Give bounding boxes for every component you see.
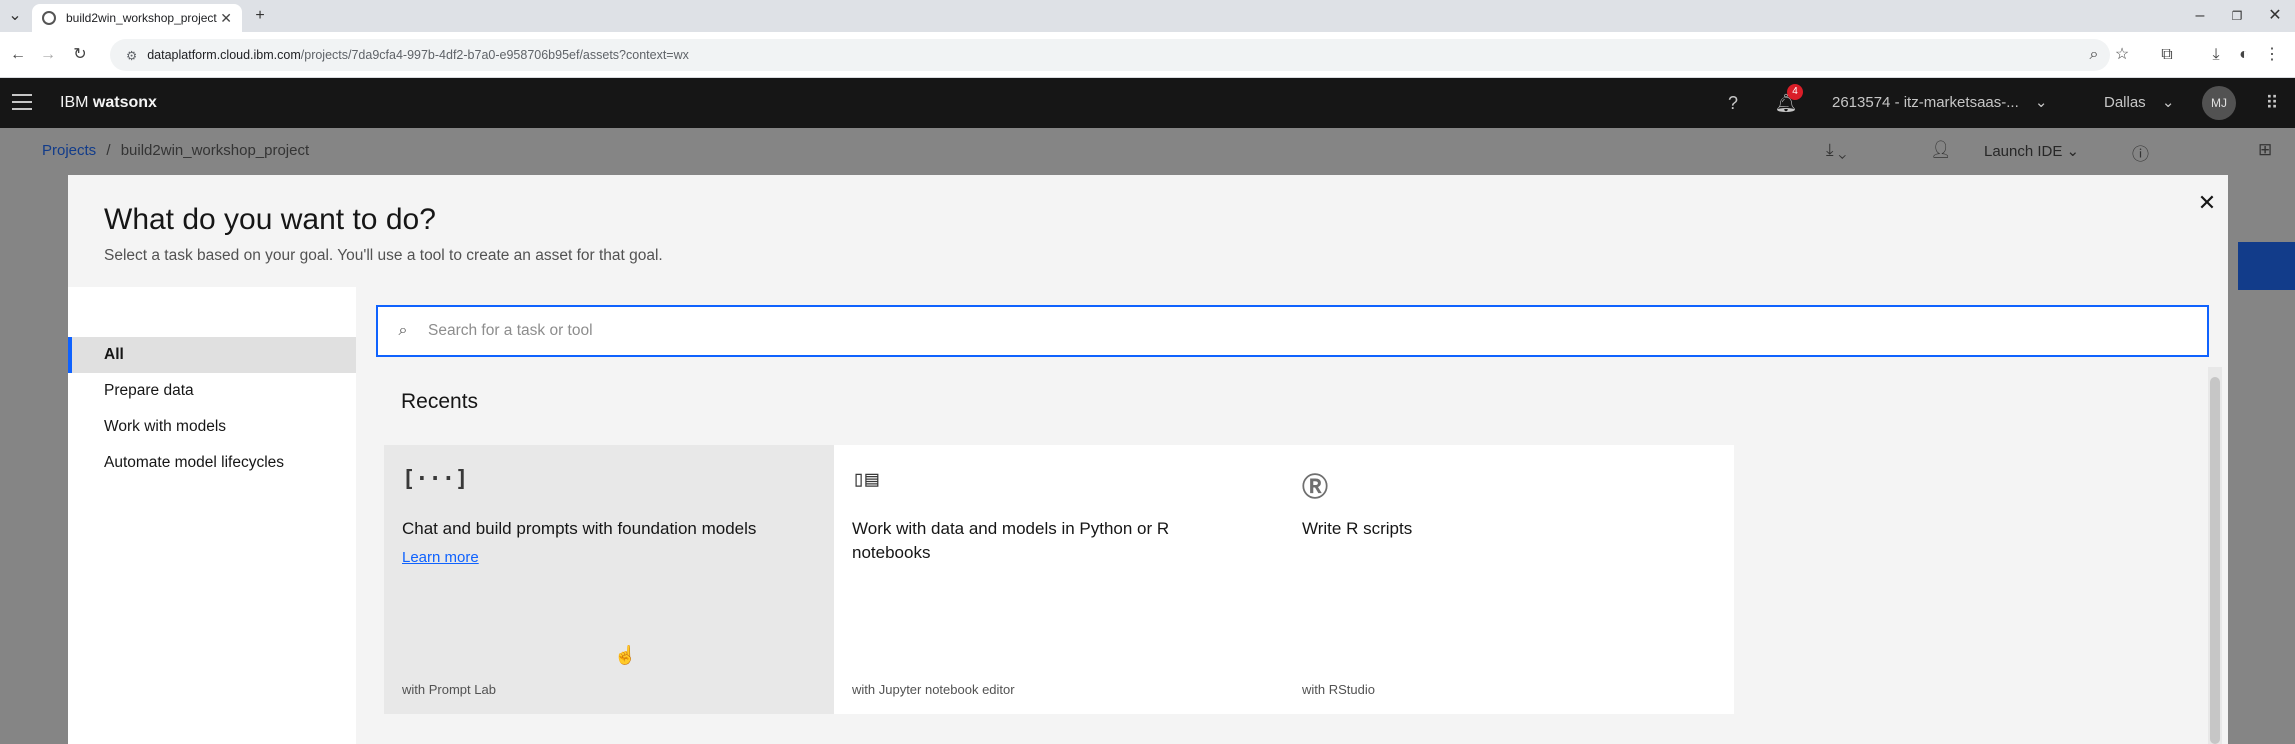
reload-icon[interactable]: ↻ <box>66 39 94 71</box>
tab-search-icon[interactable]: ⌄ <box>0 0 30 32</box>
notebook-icon: ▯▤ <box>852 467 879 492</box>
profile-icon[interactable]: ◐ <box>2230 39 2258 71</box>
brand-name: watsonx <box>92 94 157 111</box>
search-input[interactable] <box>428 322 2207 340</box>
card-tool: with Prompt Lab <box>402 682 496 697</box>
chevron-down-icon: ⌄ <box>2161 94 2175 111</box>
browser-menu-icon[interactable]: ⋮ <box>2258 39 2286 71</box>
task-card-prompt-lab[interactable]: [···] Chat and build prompts with founda… <box>384 445 834 714</box>
notification-count-badge: 4 <box>1787 84 1803 100</box>
app-switcher-icon[interactable]: ⠿ <box>2252 78 2292 128</box>
product-name[interactable]: IBM watsonx <box>60 78 157 128</box>
region-switcher[interactable]: Dallas ⌄ <box>2104 78 2174 128</box>
address-bar[interactable]: ⚙ dataplatform.cloud.ibm.com/projects/7d… <box>110 39 2110 71</box>
account-switcher[interactable]: 2613574 - itz-marketsaas-... ⌄ <box>1832 78 2048 128</box>
site-info-icon[interactable]: ⚙ <box>126 48 137 63</box>
help-icon[interactable]: ? <box>1713 78 1753 128</box>
task-content: ⌕ Recents [···] Chat and build prompts w… <box>356 287 2228 744</box>
category-sidebar: All Prepare data Work with models Automa… <box>68 287 356 744</box>
task-picker-modal: What do you want to do? Select a task ba… <box>68 175 2228 744</box>
modal-title: What do you want to do? <box>104 203 436 236</box>
url-path: /projects/7da9cfa4-997b-4df2-b7a0-e95870… <box>300 48 689 62</box>
rstudio-icon: Ⓡ <box>1302 473 1329 503</box>
bookmark-star-icon[interactable]: ☆ <box>2108 39 2136 71</box>
card-title: Write R scripts <box>1302 519 1413 538</box>
scrollbar-thumb[interactable] <box>2210 377 2220 744</box>
modal-subtitle: Select a task based on your goal. You'll… <box>104 247 663 264</box>
search-box: ⌕ <box>376 305 2209 357</box>
card-title: Chat and build prompts with foundation m… <box>402 519 757 538</box>
category-prepare-data[interactable]: Prepare data <box>68 373 356 409</box>
hamburger-menu-icon[interactable] <box>12 94 32 115</box>
extensions-icon[interactable]: ⧉ <box>2153 39 2181 71</box>
browser-tab[interactable]: build2win_workshop_project – ✕ <box>32 4 242 32</box>
chevron-down-icon: ⌄ <box>2034 94 2048 111</box>
new-tab-icon[interactable]: + <box>245 0 275 32</box>
app-header: IBM watsonx ? 🔔︎ 4 2613574 - itz-markets… <box>0 78 2295 128</box>
site-favicon-icon <box>42 11 56 25</box>
tab-title: build2win_workshop_project – <box>66 11 221 25</box>
url-host: dataplatform.cloud.ibm.com <box>147 48 301 62</box>
mouse-cursor-icon: ☝ <box>614 645 637 665</box>
browser-tab-strip: ⌄ build2win_workshop_project – ✕ + – ❐ ✕ <box>0 0 2295 32</box>
download-icon[interactable]: ⤓ <box>2202 39 2230 71</box>
window-close-icon[interactable]: ✕ <box>2260 0 2290 32</box>
section-title: Recents <box>401 390 479 413</box>
minimize-icon[interactable]: – <box>2185 0 2215 32</box>
prompt-lab-icon: [···] <box>402 467 469 492</box>
region-name: Dallas <box>2104 94 2146 111</box>
task-card-rstudio[interactable]: Ⓡ Write R scripts with RStudio <box>1284 445 1734 714</box>
back-icon[interactable]: ← <box>4 39 32 71</box>
brand-prefix: IBM <box>60 94 93 111</box>
card-tool: with RStudio <box>1302 682 1375 697</box>
account-name: 2613574 - itz-marketsaas-... <box>1832 94 2019 111</box>
category-automate-model-lifecycles[interactable]: Automate model lifecycles <box>68 445 356 481</box>
task-card-notebooks[interactable]: ▯▤ Work with data and models in Python o… <box>834 445 1284 714</box>
close-icon[interactable]: ✕ <box>2191 187 2223 219</box>
avatar[interactable]: MJ <box>2202 86 2236 120</box>
category-all[interactable]: All <box>68 337 356 373</box>
restore-icon[interactable]: ❐ <box>2222 0 2252 32</box>
tab-close-icon[interactable]: ✕ <box>220 10 232 27</box>
card-title: Work with data and models in Python or R… <box>852 519 1170 562</box>
forward-icon[interactable]: → <box>34 39 62 71</box>
learn-more-link[interactable]: Learn more <box>402 549 479 566</box>
card-tool: with Jupyter notebook editor <box>852 682 1015 697</box>
category-work-with-models[interactable]: Work with models <box>68 409 356 445</box>
zoom-icon[interactable]: ⌕ <box>2080 39 2108 71</box>
search-icon: ⌕ <box>398 322 408 339</box>
